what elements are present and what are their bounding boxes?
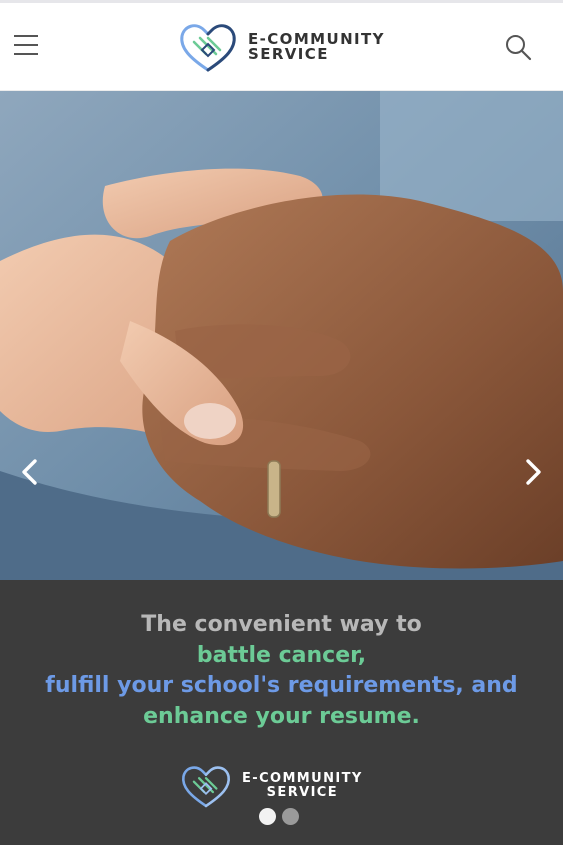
carousel-dot-2[interactable]: [282, 808, 299, 825]
hero-carousel: [0, 91, 563, 580]
clasped-hands-photo: [0, 91, 563, 580]
tagline-line-2: battle cancer,: [196, 642, 367, 668]
brand-name: E-COMMUNITY SERVICE: [248, 32, 385, 62]
chevron-left-icon[interactable]: [15, 455, 45, 489]
heart-handshake-logo-icon: [180, 24, 236, 72]
hamburger-menu-icon[interactable]: [14, 33, 40, 59]
tagline-line-4: enhance your resume.: [143, 703, 420, 729]
search-icon[interactable]: [504, 33, 532, 61]
chevron-right-icon[interactable]: [518, 455, 548, 489]
caption-brand-name: E-COMMUNITY SERVICE: [242, 772, 363, 800]
carousel-dot-1[interactable]: [259, 808, 276, 825]
caption-brand-line-2: SERVICE: [266, 785, 339, 800]
carousel-indicators: [259, 808, 299, 825]
navbar: E-COMMUNITY SERVICE: [0, 3, 563, 91]
heart-handshake-logo-icon: [181, 766, 231, 808]
tagline: The convenient way to battle cancer, ful…: [0, 610, 563, 732]
caption-brand-line-1: E-COMMUNITY: [242, 771, 363, 786]
caption-brand-logo: E-COMMUNITY SERVICE: [180, 762, 363, 810]
tagline-line-1: The convenient way to: [141, 612, 422, 637]
brand-logo[interactable]: E-COMMUNITY SERVICE: [178, 19, 385, 75]
brand-line-2: SERVICE: [248, 45, 329, 63]
hero-caption: The convenient way to battle cancer, ful…: [0, 580, 563, 845]
tagline-line-3: fulfill your school's requirements, and: [45, 673, 518, 698]
